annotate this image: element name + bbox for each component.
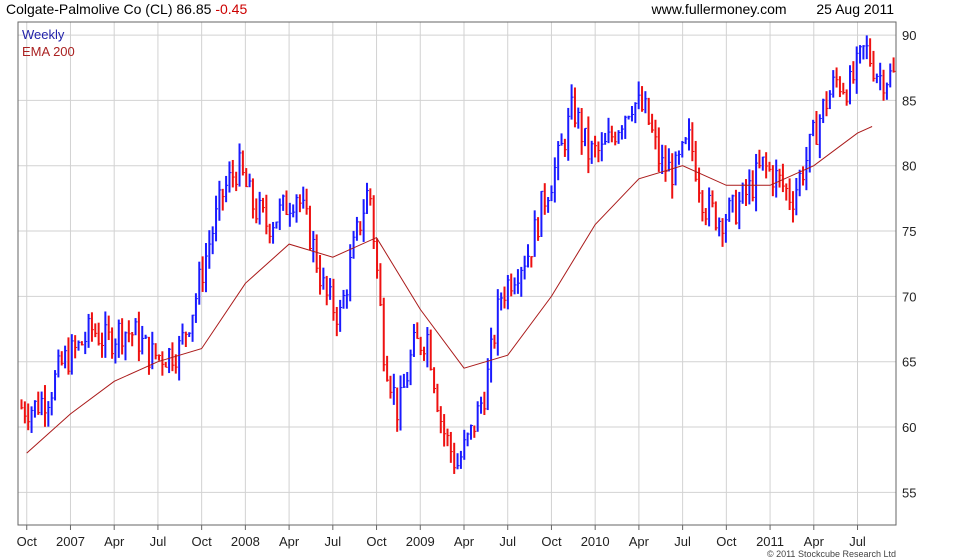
y-axis-labels: 55 60 65 70 75 80 85 90 xyxy=(902,28,916,500)
x-tick-label: 2009 xyxy=(406,534,435,549)
x-tick-label: Apr xyxy=(454,534,475,549)
y-tick-label: 75 xyxy=(902,224,916,239)
price-chart: 55 60 65 70 75 80 85 90 Oct 2007 Apr Jul Oct 2008 Apr… xyxy=(17,21,916,549)
y-tick-label: 90 xyxy=(902,28,916,43)
x-tick-label: Oct xyxy=(17,534,38,549)
y-tick-label: 60 xyxy=(902,420,916,435)
x-tick-label: Apr xyxy=(629,534,650,549)
x-tick-label: Jul xyxy=(150,534,167,549)
x-tick-label: Oct xyxy=(192,534,213,549)
legend-ema-200: EMA 200 xyxy=(22,44,75,59)
x-tick-label: Jul xyxy=(674,534,691,549)
x-tick-label: Oct xyxy=(541,534,562,549)
y-tick-label: 70 xyxy=(902,289,916,304)
x-tick-label: Apr xyxy=(279,534,300,549)
plot-frame xyxy=(17,21,897,526)
y-tick-label: 80 xyxy=(902,159,916,174)
price-bars xyxy=(20,35,896,474)
legend-weekly: Weekly xyxy=(22,27,65,42)
ema-200-line xyxy=(26,126,873,454)
x-tick-label: Apr xyxy=(804,534,825,549)
x-tick-label: Jul xyxy=(849,534,866,549)
x-tick-label: 2011 xyxy=(756,534,784,549)
x-tick-label: Oct xyxy=(366,534,387,549)
x-tick-label: Jul xyxy=(499,534,516,549)
x-tick-label: 2010 xyxy=(581,534,610,549)
y-tick-label: 65 xyxy=(902,355,916,370)
copyright-credit: © 2011 Stockcube Research Ltd xyxy=(766,549,896,559)
x-tick-label: 2007 xyxy=(56,534,85,549)
chart-grid xyxy=(18,22,896,525)
y-tick-label: 55 xyxy=(902,485,916,500)
y-tick-label: 85 xyxy=(902,93,916,108)
x-tick-label: 2008 xyxy=(231,534,260,549)
x-tick-label: Apr xyxy=(104,534,125,549)
x-tick-label: Oct xyxy=(716,534,737,549)
x-tick-label: Jul xyxy=(325,534,342,549)
x-axis-labels: Oct 2007 Apr Jul Oct 2008 Apr Jul Oct 2009 Apr Jul O… xyxy=(17,525,866,549)
